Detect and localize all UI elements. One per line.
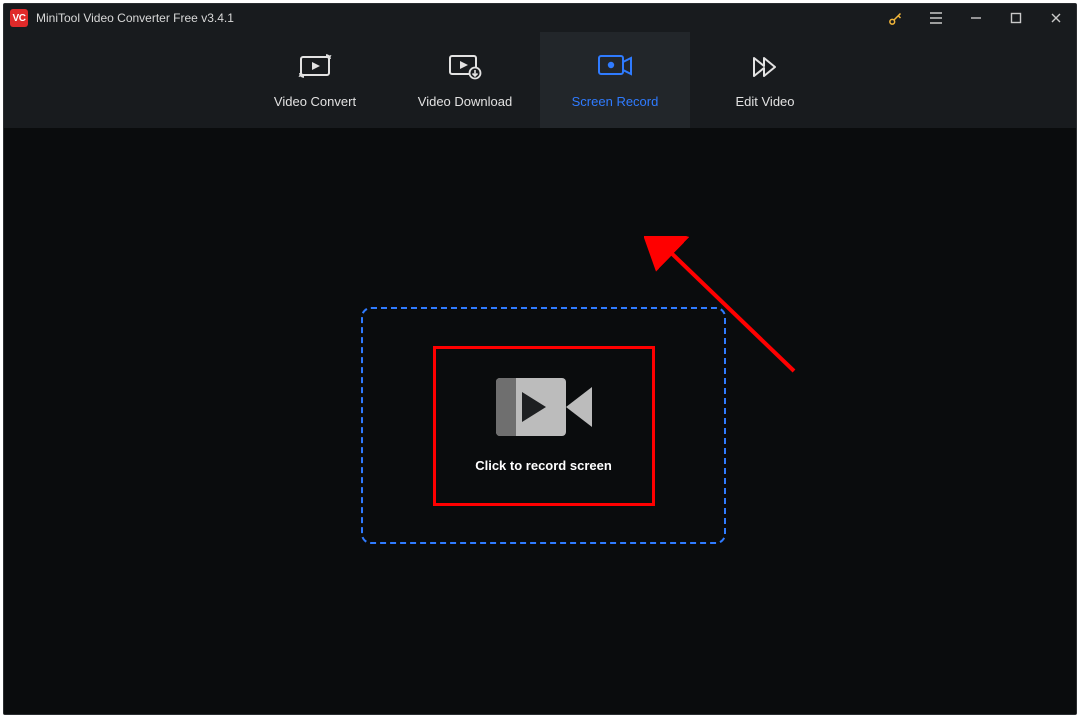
screen-record-icon xyxy=(597,52,633,80)
tab-label: Edit Video xyxy=(735,94,794,109)
video-camera-icon xyxy=(496,378,592,436)
tab-label: Video Download xyxy=(418,94,512,109)
close-button[interactable] xyxy=(1036,4,1076,32)
license-key-icon[interactable] xyxy=(876,4,916,32)
window-title: MiniTool Video Converter Free v3.4.1 xyxy=(36,11,234,25)
record-screen-button[interactable]: Click to record screen xyxy=(433,346,655,506)
tab-video-download[interactable]: Video Download xyxy=(390,32,540,128)
tab-video-convert[interactable]: Video Convert xyxy=(240,32,390,128)
app-logo-icon: VC xyxy=(10,9,28,27)
record-drop-zone: Click to record screen xyxy=(361,307,726,544)
maximize-button[interactable] xyxy=(996,4,1036,32)
main-pane: Click to record screen xyxy=(4,128,1076,714)
title-bar-controls xyxy=(876,4,1076,32)
edit-video-icon xyxy=(750,52,780,80)
tab-label: Screen Record xyxy=(572,94,659,109)
video-convert-icon xyxy=(298,52,332,80)
tab-edit-video[interactable]: Edit Video xyxy=(690,32,840,128)
tab-screen-record[interactable]: Screen Record xyxy=(540,32,690,128)
record-button-label: Click to record screen xyxy=(475,458,612,473)
title-bar: VC MiniTool Video Converter Free v3.4.1 xyxy=(4,4,1076,32)
menu-icon[interactable] xyxy=(916,4,956,32)
tab-label: Video Convert xyxy=(274,94,356,109)
main-tabs: Video Convert Video Download xyxy=(4,32,1076,128)
video-download-icon xyxy=(448,52,482,80)
app-window: VC MiniTool Video Converter Free v3.4.1 xyxy=(3,3,1077,715)
minimize-button[interactable] xyxy=(956,4,996,32)
